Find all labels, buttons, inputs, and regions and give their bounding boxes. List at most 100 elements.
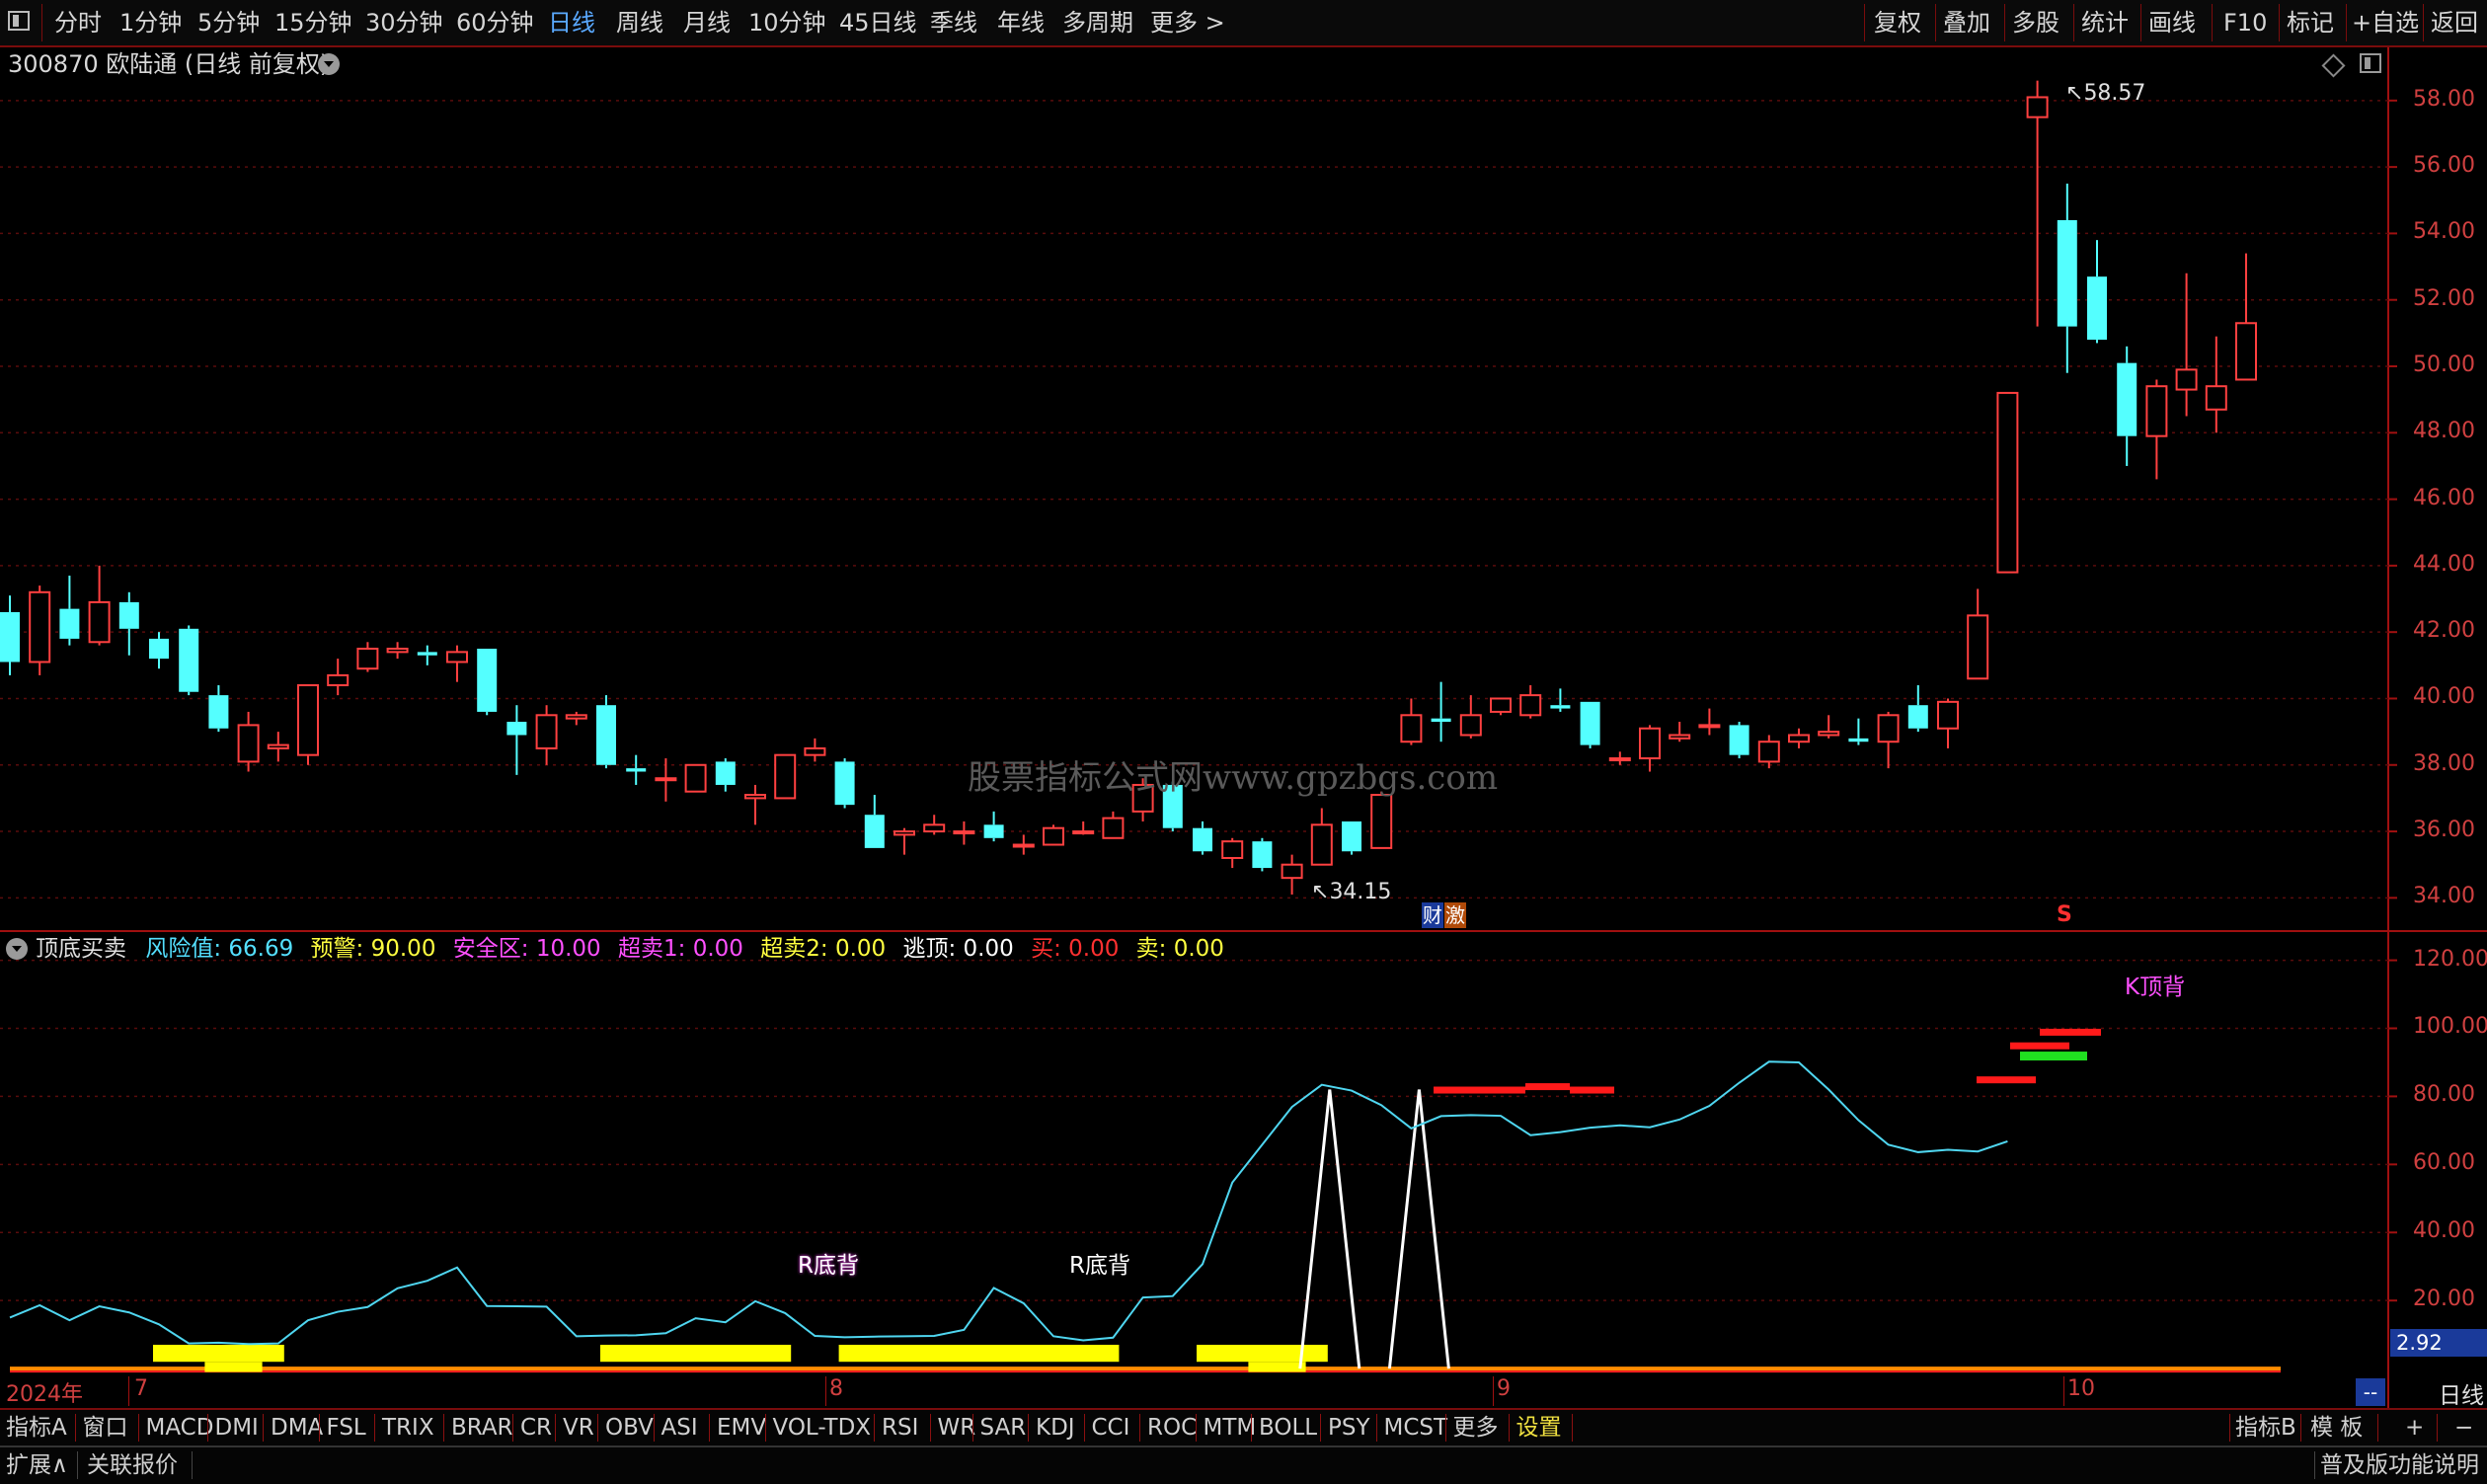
indicator-tab-23[interactable]: MCST xyxy=(1384,1410,1448,1445)
zoom-out-button[interactable]: − xyxy=(2454,1410,2473,1445)
template-button[interactable]: 模 板 xyxy=(2310,1410,2363,1445)
arrow-left-icon: ↖ xyxy=(1311,880,1330,904)
title-dropdown-icon[interactable] xyxy=(318,53,340,75)
candle xyxy=(744,784,766,825)
indicator-dropdown-icon[interactable] xyxy=(6,938,28,960)
candle-body xyxy=(149,638,169,660)
candle-body xyxy=(29,590,51,664)
indicator-tab-11[interactable]: ASI xyxy=(661,1410,698,1445)
period-tab-multi[interactable]: 多周期 xyxy=(1062,0,1133,45)
candle xyxy=(59,575,80,646)
finance-marker[interactable]: 财 xyxy=(1422,902,1443,928)
candle xyxy=(1669,722,1691,742)
period-tab-1min[interactable]: 1分钟 xyxy=(119,0,182,45)
risk-value-line xyxy=(9,1060,2008,1346)
indicator-tab-7[interactable]: BRAR xyxy=(451,1410,513,1445)
indicator-tab-4[interactable]: DMA xyxy=(271,1410,323,1445)
indicator-tab-24[interactable]: 更多 xyxy=(1453,1410,1499,1445)
candle-body xyxy=(2026,96,2049,118)
candle-body xyxy=(118,601,139,629)
period-tab-5min[interactable]: 5分钟 xyxy=(197,0,260,45)
indicator-b-button[interactable]: 指标B xyxy=(2235,1410,2296,1445)
period-tab-45day[interactable]: 45日线 xyxy=(839,0,917,45)
legend-sell: 卖: 0.00 xyxy=(1135,936,1224,962)
period-tab-quarterly[interactable]: 季线 xyxy=(930,0,977,45)
period-tab-30min[interactable]: 30分钟 xyxy=(365,0,443,45)
candle-body xyxy=(535,714,558,749)
incentive-marker[interactable]: 激 xyxy=(1444,902,1466,928)
indicator-name[interactable]: 顶底买卖 xyxy=(36,936,126,962)
indicator-tab-5[interactable]: FSL xyxy=(327,1410,366,1445)
indicator-tab-8[interactable]: CR xyxy=(520,1410,552,1445)
candle-body xyxy=(1102,817,1125,839)
indicator-tab-17[interactable]: KDJ xyxy=(1036,1410,1075,1445)
legend-safe-zone: 安全区: 10.00 xyxy=(452,936,601,962)
period-tab-more[interactable]: 更多 > xyxy=(1150,0,1225,45)
indicator-tab-19[interactable]: ROC xyxy=(1147,1410,1197,1445)
candle-body xyxy=(715,761,736,785)
period-tab-weekly[interactable]: 周线 xyxy=(616,0,663,45)
indicator-legend: 顶底买卖 风险值: 66.69 预警: 90.00 安全区: 10.00 超卖1… xyxy=(36,932,1224,966)
indicator-tab-3[interactable]: DMI xyxy=(215,1410,259,1445)
candle-body xyxy=(1431,718,1451,723)
indicator-tab-22[interactable]: PSY xyxy=(1328,1410,1370,1445)
indicator-tab-18[interactable]: CCI xyxy=(1092,1410,1130,1445)
overlay-button[interactable]: 叠加 xyxy=(1943,0,1990,45)
indicator-tab-9[interactable]: VR xyxy=(563,1410,594,1445)
watermark: 股票指标公式网www.gpzbgs.com xyxy=(968,758,1499,798)
add-watchlist-button[interactable]: +自选 xyxy=(2352,0,2419,45)
period-tab-yearly[interactable]: 年线 xyxy=(997,0,1045,45)
scroll-indicator[interactable]: -- xyxy=(2356,1378,2385,1406)
panel-toggle-icon[interactable] xyxy=(2360,53,2381,73)
indicator-tab-21[interactable]: BOLL xyxy=(1259,1410,1317,1445)
candle xyxy=(953,820,975,845)
indicator-tab-13[interactable]: VOL-TDX xyxy=(773,1410,872,1445)
candle-body xyxy=(88,600,111,644)
candle-body xyxy=(1698,724,1721,729)
indicator-tab-12[interactable]: EMV xyxy=(717,1410,766,1445)
candle xyxy=(1996,391,2019,574)
candle-body xyxy=(565,714,587,720)
indicator-tab-25[interactable]: 设置 xyxy=(1516,1410,1562,1445)
related-quote-button[interactable]: 关联报价 xyxy=(87,1447,178,1483)
oversold-block-deep xyxy=(1248,1362,1306,1372)
indicator-tab-16[interactable]: SAR xyxy=(980,1410,1027,1445)
back-button[interactable]: 返回 xyxy=(2431,0,2478,45)
candle-body xyxy=(1788,734,1810,743)
draw-line-button[interactable]: 画线 xyxy=(2148,0,2196,45)
indicator-tab-10[interactable]: OBV xyxy=(605,1410,654,1445)
indicator-tab-15[interactable]: WR xyxy=(938,1410,976,1445)
period-tab-60min[interactable]: 60分钟 xyxy=(456,0,534,45)
fuquan-button[interactable]: 复权 xyxy=(1874,0,1921,45)
period-tab-10min[interactable]: 10分钟 xyxy=(748,0,826,45)
help-link[interactable]: 普及版功能说明 xyxy=(2320,1447,2479,1483)
period-tab-monthly[interactable]: 月线 xyxy=(683,0,731,45)
expand-button[interactable]: 扩展∧ xyxy=(6,1447,68,1483)
sell-signal-marker[interactable]: S xyxy=(2057,902,2072,927)
candle-body xyxy=(1996,391,2019,574)
mark-button[interactable]: 标记 xyxy=(2287,0,2334,45)
period-tab-15min[interactable]: 15分钟 xyxy=(274,0,352,45)
indicator-tab-6[interactable]: TRIX xyxy=(382,1410,434,1445)
candle xyxy=(1459,695,1482,739)
indicator-tab-0[interactable]: 指标A xyxy=(6,1410,67,1445)
low-price-label: ↖34.15 xyxy=(1311,880,1392,904)
candle-body xyxy=(1639,727,1661,760)
indicator-tab-14[interactable]: RSI xyxy=(882,1410,918,1445)
candle xyxy=(2117,346,2137,466)
indicator-tab-20[interactable]: MTM xyxy=(1204,1410,1257,1445)
candle-body xyxy=(2145,385,2168,437)
candle-body xyxy=(864,815,885,848)
indicator-tab-2[interactable]: MACD xyxy=(146,1410,214,1445)
zoom-in-button[interactable]: + xyxy=(2405,1410,2424,1445)
indicator-tick-label: 120.00 xyxy=(2413,946,2487,972)
high-price-label: ↖58.57 xyxy=(2065,81,2146,106)
statistics-button[interactable]: 统计 xyxy=(2081,0,2129,45)
period-tab-daily[interactable]: 日线 xyxy=(548,0,595,45)
multi-stock-button[interactable]: 多股 xyxy=(2012,0,2060,45)
f10-button[interactable]: F10 xyxy=(2223,0,2267,45)
indicator-tab-1[interactable]: 窗口 xyxy=(83,1410,128,1445)
window-menu-icon[interactable] xyxy=(8,11,30,31)
candle xyxy=(179,625,199,696)
period-tab-fenshi[interactable]: 分时 xyxy=(54,0,102,45)
